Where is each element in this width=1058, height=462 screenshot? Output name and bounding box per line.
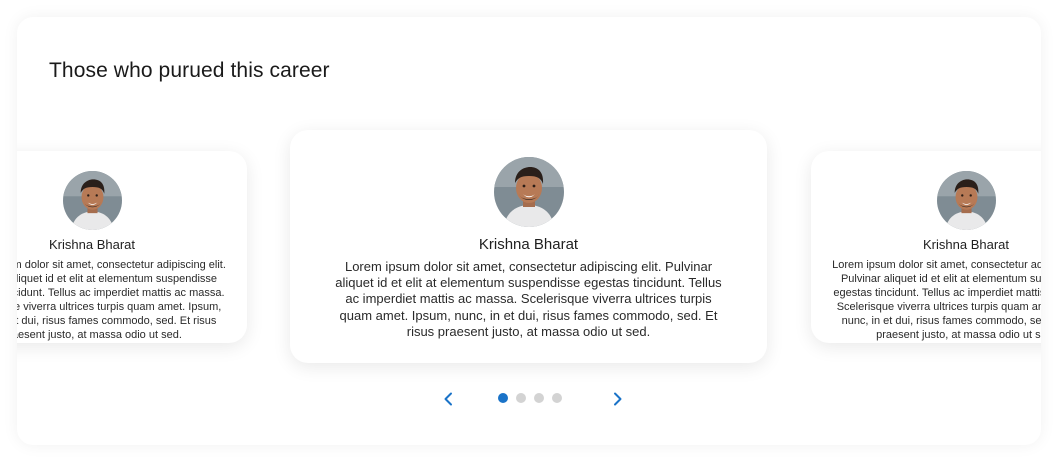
testimonial-name: Krishna Bharat: [923, 237, 1009, 252]
chevron-left-icon: [444, 392, 452, 406]
avatar: [494, 157, 564, 227]
carousel-next-button[interactable]: [608, 389, 628, 409]
avatar: [63, 171, 122, 230]
carousel-pagination: [498, 393, 562, 403]
testimonial-card-active[interactable]: Krishna Bharat Lorem ipsum dolor sit ame…: [290, 130, 767, 363]
pagination-dot-1[interactable]: [498, 393, 508, 403]
chevron-right-icon: [614, 392, 622, 406]
testimonial-name: Krishna Bharat: [49, 237, 135, 252]
testimonial-card-next[interactable]: Krishna Bharat Lorem ipsum dolor sit ame…: [811, 151, 1041, 343]
section-title: Those who purued this career: [49, 59, 330, 82]
pagination-dot-4[interactable]: [552, 393, 562, 403]
testimonial-card-previous[interactable]: Krishna Bharat Lorem ipsum dolor sit ame…: [17, 151, 247, 343]
pagination-dot-3[interactable]: [534, 393, 544, 403]
carousel-prev-button[interactable]: [438, 389, 458, 409]
testimonial-text: Lorem ipsum dolor sit amet, consectetur …: [17, 259, 226, 341]
career-testimonials-section: Those who purued this career Krishna Bha…: [17, 17, 1041, 445]
avatar: [937, 171, 996, 230]
testimonial-text: Lorem ipsum dolor sit amet, consectetur …: [335, 259, 722, 339]
testimonial-text: Lorem ipsum dolor sit amet, consectetur …: [832, 259, 1041, 341]
person-photo-icon: [63, 171, 122, 230]
person-photo-icon: [937, 171, 996, 230]
person-photo-icon: [494, 157, 564, 227]
pagination-dot-2[interactable]: [516, 393, 526, 403]
testimonial-name: Krishna Bharat: [478, 236, 579, 253]
